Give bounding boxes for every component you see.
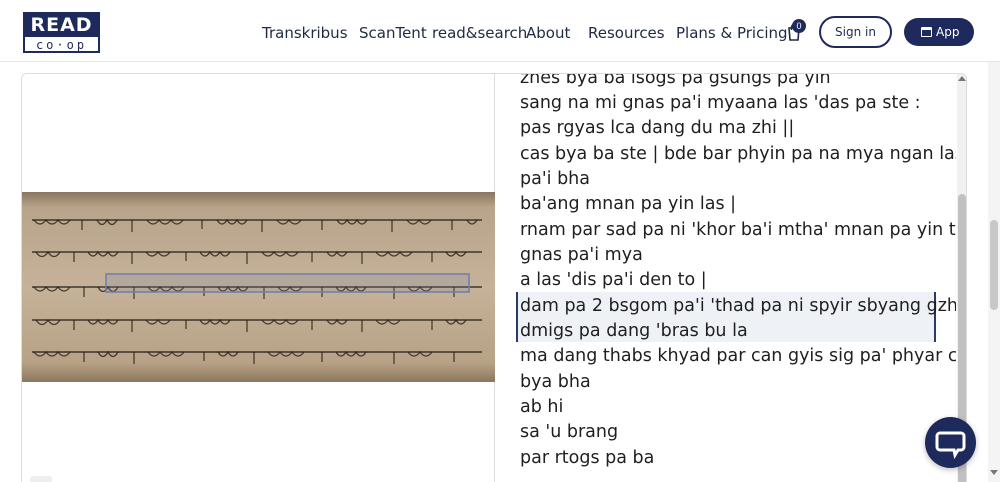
region-highlight-box [105, 273, 470, 293]
document-viewer: zhes bya ba lsogs pa gsungs pa yin sang … [21, 73, 967, 482]
manuscript-script-strokes [32, 218, 482, 364]
page-scrollbar-thumb[interactable] [990, 220, 998, 310]
scroll-up-arrow-icon[interactable] [958, 76, 966, 81]
chat-bubble-icon [935, 431, 966, 460]
nav-resources[interactable]: Resources [588, 24, 665, 42]
transcript-line[interactable]: bya bha [520, 372, 591, 392]
transcript-line[interactable]: ab hi [520, 397, 563, 417]
manuscript-image[interactable] [22, 192, 495, 382]
transcript-line[interactable]: ba'ang mnan pa yin las | [520, 194, 736, 214]
sign-in-button[interactable]: Sign in [819, 16, 892, 48]
transcript-line[interactable]: sa 'u brang [520, 422, 618, 442]
transcript-line[interactable]: ma dang thabs khyad par can gyis sig pa'… [520, 346, 956, 366]
window-icon [921, 27, 932, 37]
nav-plans-pricing[interactable]: Plans & Pricing [676, 24, 788, 42]
read-coop-logo[interactable]: READ co·op [23, 12, 100, 53]
site-header: READ co·op Transkribus ScanTent read&sea… [0, 0, 1000, 62]
image-pane-handle[interactable] [30, 476, 52, 482]
transcript-line-selected[interactable]: dmigs pa dang 'bras bu la [520, 321, 748, 341]
chat-button[interactable] [925, 417, 976, 468]
transcript-line[interactable]: pa'i bha [520, 169, 590, 189]
app-button-label: App [936, 25, 960, 39]
nav-read-search[interactable]: read&search [432, 24, 527, 42]
transcript-line[interactable]: zhes bya ba lsogs pa gsungs pa yin [520, 74, 831, 88]
logo-top-text: READ [25, 14, 98, 37]
transcript-line[interactable]: par rtogs pa ba [520, 448, 654, 468]
nav-scantent[interactable]: ScanTent [359, 24, 427, 42]
transcript-line[interactable]: pas rgyas lca dang du ma zhi || [520, 118, 794, 138]
transcript-line[interactable]: rnam par sad pa ni 'khor ba'i mtha' mnan… [520, 220, 956, 240]
nav-transkribus[interactable]: Transkribus [262, 24, 348, 42]
page-scrollbar[interactable] [988, 62, 1000, 482]
scroll-down-arrow-icon[interactable] [990, 470, 998, 475]
image-pane[interactable] [22, 74, 495, 482]
transcript-line[interactable]: cas bya ba ste | bde bar phyin pa na mya… [520, 144, 956, 164]
transcription-pane[interactable]: zhes bya ba lsogs pa gsungs pa yin sang … [496, 74, 956, 482]
transcript-line-selected[interactable]: dam pa 2 bsgom pa'i 'thad pa ni spyir sb… [520, 296, 956, 316]
app-button[interactable]: App [904, 18, 974, 46]
transcript-line[interactable]: sang na mi gnas pa'i myaana las 'das pa … [520, 93, 921, 113]
logo-bottom-text: co·op [35, 38, 88, 52]
cart-count-badge: 0 [792, 19, 806, 33]
transcript-line[interactable]: a las 'dis pa'i den to | [520, 270, 707, 290]
nav-about[interactable]: About [526, 24, 570, 42]
transcript-line[interactable]: gnas pa'i mya [520, 245, 643, 265]
